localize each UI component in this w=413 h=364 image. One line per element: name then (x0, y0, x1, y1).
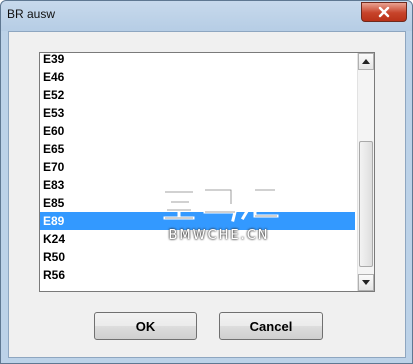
list-item[interactable]: E65 (40, 140, 355, 158)
close-button[interactable] (361, 2, 407, 22)
model-list: E39 E46 E52 E53 E60 E65 E70 E83 E85 E89 K24 R50 R56 (40, 53, 355, 284)
arrow-down-icon (362, 280, 370, 285)
title-bar[interactable]: BR ausw (1, 1, 412, 31)
cancel-button[interactable]: Cancel (219, 312, 323, 340)
dialog-body: E39 E46 E52 E53 E60 E65 E70 E83 E85 E89 K24 R50 R56 (8, 31, 406, 358)
list-item[interactable]: E39 (40, 53, 355, 68)
scroll-up-button[interactable] (358, 53, 374, 70)
list-item[interactable]: E46 (40, 68, 355, 86)
vertical-scrollbar[interactable] (357, 53, 374, 291)
scroll-down-button[interactable] (358, 274, 374, 291)
list-item[interactable]: E52 (40, 86, 355, 104)
scroll-thumb[interactable] (359, 141, 373, 267)
list-item[interactable]: E60 (40, 122, 355, 140)
model-listbox[interactable]: E39 E46 E52 E53 E60 E65 E70 E83 E85 E89 K24 R50 R56 (39, 52, 375, 292)
list-item[interactable]: R56 (40, 266, 355, 284)
list-item[interactable]: K24 (40, 230, 355, 248)
list-item[interactable]: E70 (40, 158, 355, 176)
arrow-up-icon (362, 59, 370, 64)
ok-button[interactable]: OK (94, 312, 197, 340)
list-item[interactable]: E53 (40, 104, 355, 122)
window-title: BR ausw (7, 7, 56, 21)
list-item[interactable]: E89 (40, 212, 355, 230)
dialog-window: BR ausw E39 E46 E52 E53 E60 E65 E70 E83 E85 E89 K2… (0, 0, 413, 364)
list-item[interactable]: R50 (40, 248, 355, 266)
list-item[interactable]: E85 (40, 194, 355, 212)
close-icon (378, 6, 390, 18)
list-item[interactable]: E83 (40, 176, 355, 194)
